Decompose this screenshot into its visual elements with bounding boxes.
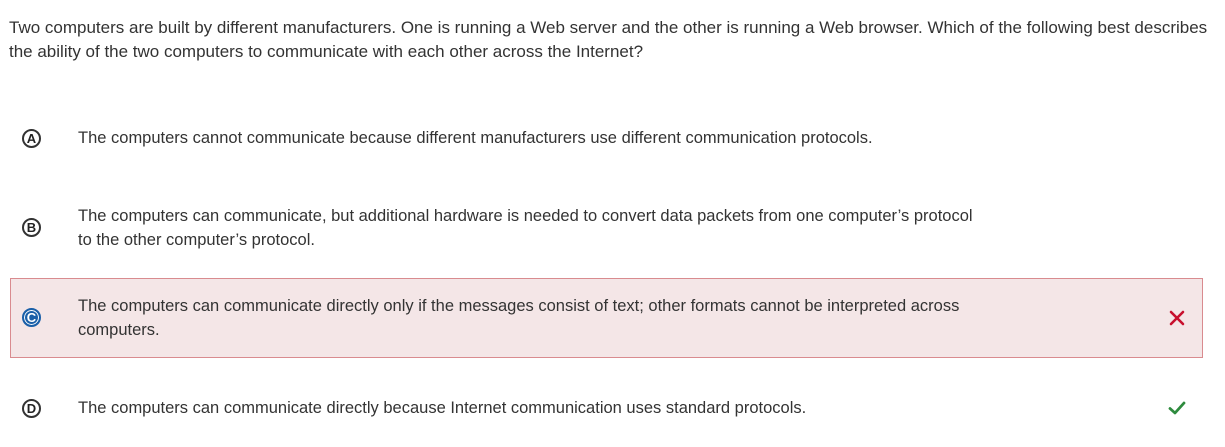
question-text: Two computers are built by different man… (9, 18, 1208, 61)
x-icon (1169, 310, 1185, 326)
check-icon (1168, 401, 1186, 415)
option-letter-c: C (22, 308, 41, 327)
option-letter-b: B (22, 218, 41, 237)
option-text-b: The computers can communicate, but addit… (78, 207, 973, 249)
question-page: Two computers are built by different man… (0, 0, 1225, 447)
answer-option-b[interactable]: B The computers can communicate, but add… (10, 196, 1203, 260)
option-letter-d: D (22, 398, 41, 418)
option-text-a: The computers cannot communicate because… (78, 129, 873, 147)
answer-option-d[interactable]: D The computers can communicate directly… (10, 388, 1203, 428)
answer-option-c[interactable]: C The computers can communicate directly… (10, 278, 1203, 358)
option-letter-a: A (22, 128, 41, 148)
option-text-c: The computers can communicate directly o… (78, 297, 960, 339)
answer-option-a[interactable]: A The computers cannot communicate becau… (10, 118, 1203, 158)
option-text-d: The computers can communicate directly b… (78, 399, 807, 417)
